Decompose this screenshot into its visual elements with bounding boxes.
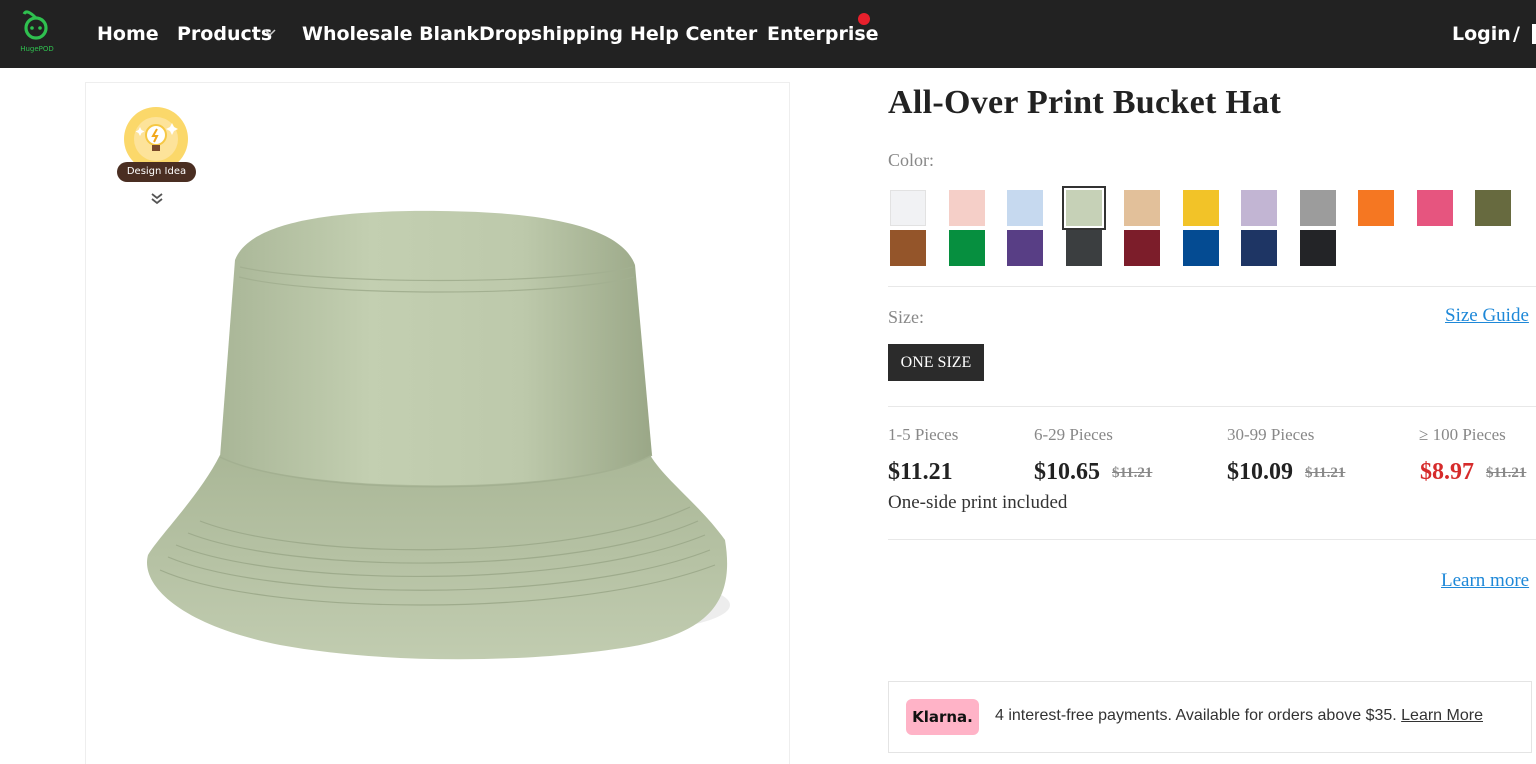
nav-enterprise[interactable]: Enterprise bbox=[767, 22, 879, 46]
tier-label: 6-29 Pieces bbox=[1034, 425, 1113, 444]
top-navbar: HugePOD Home Products Wholesale Blank Dr… bbox=[0, 0, 1536, 68]
nav-help-center[interactable]: Help Center bbox=[630, 22, 757, 46]
double-chevron-down-icon[interactable] bbox=[150, 192, 164, 206]
color-swatch[interactable] bbox=[949, 190, 985, 226]
size-option-one-size[interactable]: ONE SIZE bbox=[888, 344, 984, 381]
login-link[interactable]: Login bbox=[1452, 22, 1511, 46]
color-swatch[interactable] bbox=[1007, 190, 1043, 226]
color-swatch[interactable] bbox=[890, 230, 926, 266]
tier-original-price: $11.21 bbox=[1486, 465, 1527, 481]
color-swatch[interactable] bbox=[1007, 230, 1043, 266]
tier-label: 1-5 Pieces bbox=[888, 425, 959, 444]
color-swatch[interactable] bbox=[1241, 190, 1277, 226]
tier-price: $10.65 bbox=[1034, 459, 1100, 485]
chevron-down-icon[interactable] bbox=[264, 28, 276, 38]
size-label: Size: bbox=[888, 307, 924, 327]
nav-dropshipping[interactable]: Dropshipping bbox=[479, 22, 623, 46]
color-swatch[interactable] bbox=[1062, 186, 1106, 230]
klarna-learn-more-link[interactable]: Learn More bbox=[1401, 707, 1483, 724]
color-swatch[interactable] bbox=[1417, 190, 1453, 226]
color-swatch[interactable] bbox=[1358, 190, 1394, 226]
tier-original-price: $11.21 bbox=[1112, 465, 1153, 481]
tier-label: 30-99 Pieces bbox=[1227, 425, 1315, 444]
klarna-text: 4 interest-free payments. Available for … bbox=[995, 707, 1402, 724]
color-swatch[interactable] bbox=[1475, 190, 1511, 226]
tier-label: ≥ 100 Pieces bbox=[1419, 425, 1506, 444]
color-swatch[interactable] bbox=[1124, 230, 1160, 266]
size-guide-link[interactable]: Size Guide bbox=[1445, 305, 1529, 327]
logo-text: HugePOD bbox=[20, 45, 54, 53]
nav-products[interactable]: Products bbox=[177, 22, 272, 46]
bucket-hat-image bbox=[147, 210, 730, 660]
divider bbox=[888, 406, 1536, 407]
print-note: One-side print included bbox=[888, 492, 1068, 513]
divider bbox=[888, 539, 1536, 540]
klarna-message: 4 interest-free payments. Available for … bbox=[995, 707, 1483, 725]
tier-price: $10.09 bbox=[1227, 459, 1293, 485]
product-title: All-Over Print Bucket Hat bbox=[888, 84, 1282, 121]
color-swatch[interactable] bbox=[1300, 230, 1336, 266]
color-swatch[interactable] bbox=[1066, 230, 1102, 266]
register-link-clipped[interactable] bbox=[1532, 24, 1536, 44]
tier-price-sale: $8.97 bbox=[1420, 459, 1474, 485]
tier-original-price: $11.21 bbox=[1305, 465, 1346, 481]
login-separator: / bbox=[1513, 23, 1520, 45]
tier-price: $11.21 bbox=[888, 459, 953, 485]
color-swatch[interactable] bbox=[1183, 190, 1219, 226]
design-idea-label[interactable]: Design Idea bbox=[117, 162, 196, 182]
color-swatch[interactable] bbox=[1300, 190, 1336, 226]
klarna-logo: Klarna. bbox=[906, 699, 979, 735]
nav-home[interactable]: Home bbox=[97, 22, 159, 46]
learn-more-link[interactable]: Learn more bbox=[1441, 570, 1529, 592]
color-swatch[interactable] bbox=[1124, 190, 1160, 226]
nav-wholesale-blank[interactable]: Wholesale Blank bbox=[302, 22, 479, 46]
color-swatch[interactable] bbox=[1241, 230, 1277, 266]
notification-dot bbox=[858, 13, 870, 25]
color-swatch[interactable] bbox=[890, 190, 926, 226]
color-swatch[interactable] bbox=[949, 230, 985, 266]
color-label: Color: bbox=[888, 150, 935, 170]
color-swatch[interactable] bbox=[1183, 230, 1219, 266]
divider bbox=[888, 286, 1536, 287]
